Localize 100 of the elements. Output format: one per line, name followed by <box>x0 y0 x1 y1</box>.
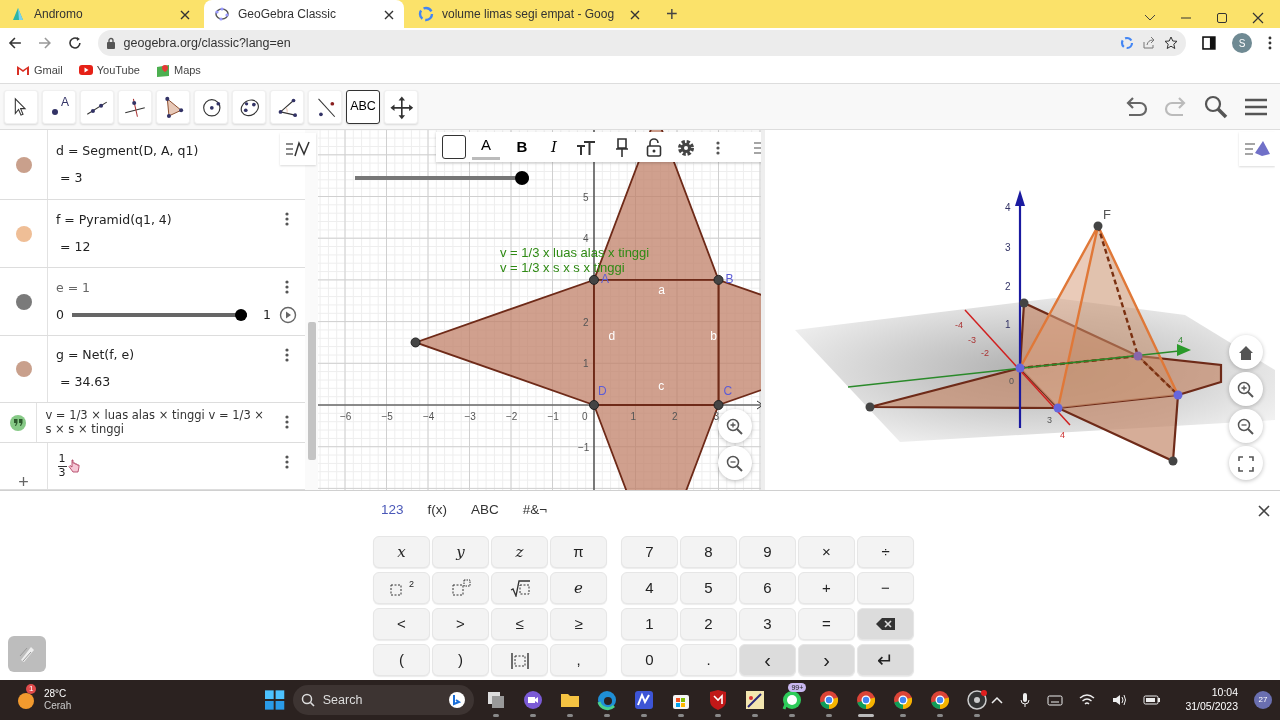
tool-button[interactable] <box>4 89 38 124</box>
keyboard-key[interactable]: 5 <box>680 572 737 605</box>
zoom-out-button[interactable] <box>1229 409 1263 443</box>
fullscreen-button[interactable] <box>1229 446 1263 480</box>
keyboard-key[interactable]: × <box>798 536 855 569</box>
keyboard-key[interactable]: 4 <box>621 572 678 605</box>
wifi-icon[interactable] <box>1079 693 1096 707</box>
tool-button[interactable] <box>384 89 418 124</box>
windows-start-icon[interactable] <box>265 690 285 710</box>
color-dot[interactable] <box>15 156 32 173</box>
keyboard-tab[interactable]: ABC <box>471 500 499 521</box>
side-panel-icon[interactable] <box>1202 36 1217 50</box>
google-logo-icon[interactable] <box>1120 36 1135 50</box>
back-arrow-icon[interactable] <box>8 36 22 50</box>
home-button[interactable] <box>1229 335 1263 369</box>
close-tab-button[interactable] <box>384 8 394 20</box>
play-icon[interactable] <box>279 305 297 324</box>
keyboard-tab[interactable]: 123 <box>381 500 404 521</box>
algebra-style-button[interactable] <box>280 133 316 165</box>
share-icon[interactable] <box>1142 36 1157 50</box>
keyboard-key[interactable] <box>491 572 548 605</box>
color-button[interactable] <box>440 134 468 160</box>
keyboard-key[interactable]: 1 <box>621 608 678 641</box>
more-options-button[interactable] <box>285 348 289 362</box>
text-object-dot[interactable] <box>10 414 27 431</box>
keyboard-key[interactable]: 0 <box>621 644 678 677</box>
bookmark-link[interactable]: Gmail <box>16 62 63 79</box>
keyboard-key[interactable]: ( <box>373 644 430 677</box>
notification-count[interactable]: 27 <box>1254 691 1272 709</box>
more-options-button[interactable] <box>285 280 289 294</box>
color-dot[interactable] <box>15 361 32 377</box>
browser-tab[interactable]: Andromo <box>0 0 200 28</box>
tool-button[interactable]: A <box>42 89 76 124</box>
square-face[interactable] <box>589 274 724 410</box>
keyboard-tab[interactable]: f(x) <box>427 500 448 521</box>
bookmark-link[interactable]: Maps <box>155 62 201 79</box>
slider-thumb[interactable] <box>235 308 248 321</box>
keyboard-key[interactable]: 8 <box>680 536 737 569</box>
profile-avatar[interactable]: S <box>1232 33 1253 53</box>
more-options-button[interactable] <box>285 455 289 469</box>
keyboard-key[interactable]: 6 <box>739 572 796 605</box>
slider-track[interactable] <box>355 171 529 185</box>
keyboard-key[interactable]: = <box>798 608 855 641</box>
tool-button[interactable] <box>156 89 190 124</box>
tool-button[interactable] <box>80 89 114 124</box>
tool-button[interactable] <box>232 89 266 124</box>
keyboard-key[interactable]: ÷ <box>857 536 914 569</box>
microphone-icon[interactable] <box>1019 692 1032 708</box>
battery-icon[interactable] <box>1143 694 1162 706</box>
keyboard-key[interactable]: 3 <box>739 608 796 641</box>
keyboard-key[interactable]: + <box>798 572 855 605</box>
keyboard-key[interactable]: ≤ <box>491 608 548 641</box>
scrollbar[interactable] <box>305 130 318 490</box>
keyboard-key[interactable] <box>857 608 914 641</box>
chevron-up-icon[interactable] <box>991 695 1004 705</box>
reload-icon[interactable] <box>67 36 82 50</box>
keyboard-key[interactable] <box>491 644 548 677</box>
keyboard-icon[interactable] <box>1047 694 1064 706</box>
keyboard-key[interactable]: − <box>857 572 914 605</box>
triangle-face[interactable] <box>410 278 595 407</box>
bookmark-link[interactable]: YouTube <box>78 62 140 79</box>
more-options-button[interactable] <box>285 212 289 226</box>
keyboard-key[interactable]: π <box>550 536 607 569</box>
more-options-icon[interactable] <box>1268 36 1272 50</box>
volume-icon[interactable] <box>1111 693 1128 707</box>
more-options-button[interactable] <box>285 415 289 429</box>
triangle-face[interactable] <box>592 404 720 490</box>
add-button[interactable]: + <box>18 473 29 490</box>
fraction-input[interactable]: 1 3 <box>56 453 68 479</box>
close-icon[interactable] <box>1252 12 1264 24</box>
close-keyboard-button[interactable] <box>1258 502 1270 518</box>
browser-tab[interactable]: volume limas segi empat - Goog <box>408 0 651 28</box>
tool-button[interactable] <box>308 89 342 124</box>
view-style-button[interactable] <box>1239 132 1275 166</box>
slider-thumb[interactable] <box>515 171 529 185</box>
tool-button[interactable]: ABC <box>346 89 380 124</box>
keyboard-key[interactable]: › <box>798 644 855 677</box>
scrollbar-thumb[interactable] <box>308 322 316 460</box>
keyboard-key[interactable]: . <box>680 644 737 677</box>
clock[interactable]: 10:04 31/05/2023 <box>1185 686 1238 714</box>
keyboard-key[interactable]: y <box>432 536 489 569</box>
keyboard-key[interactable]: ) <box>432 644 489 677</box>
keyboard-key[interactable]: 2 <box>680 608 737 641</box>
keyboard-key[interactable]: z <box>491 536 548 569</box>
keyboard-key[interactable]: , <box>550 644 607 677</box>
maximize-icon[interactable] <box>1216 12 1228 24</box>
tool-button[interactable] <box>194 89 228 124</box>
close-tab-button[interactable] <box>630 8 641 20</box>
keyboard-key[interactable]: 7 <box>621 536 678 569</box>
keyboard-key[interactable]: < <box>373 608 430 641</box>
tool-button[interactable] <box>270 89 304 124</box>
forward-arrow-icon[interactable] <box>37 36 52 50</box>
zoom-in-button[interactable] <box>718 409 752 443</box>
keyboard-key[interactable]: ↵ <box>857 644 914 677</box>
star-icon[interactable] <box>1164 36 1179 50</box>
zoom-out-button[interactable] <box>718 446 752 480</box>
chevron-down-icon[interactable] <box>1144 13 1156 23</box>
keyboard-key[interactable]: 2 <box>373 572 430 605</box>
keyboard-key[interactable]: > <box>432 608 489 641</box>
color-dot[interactable] <box>15 225 32 242</box>
